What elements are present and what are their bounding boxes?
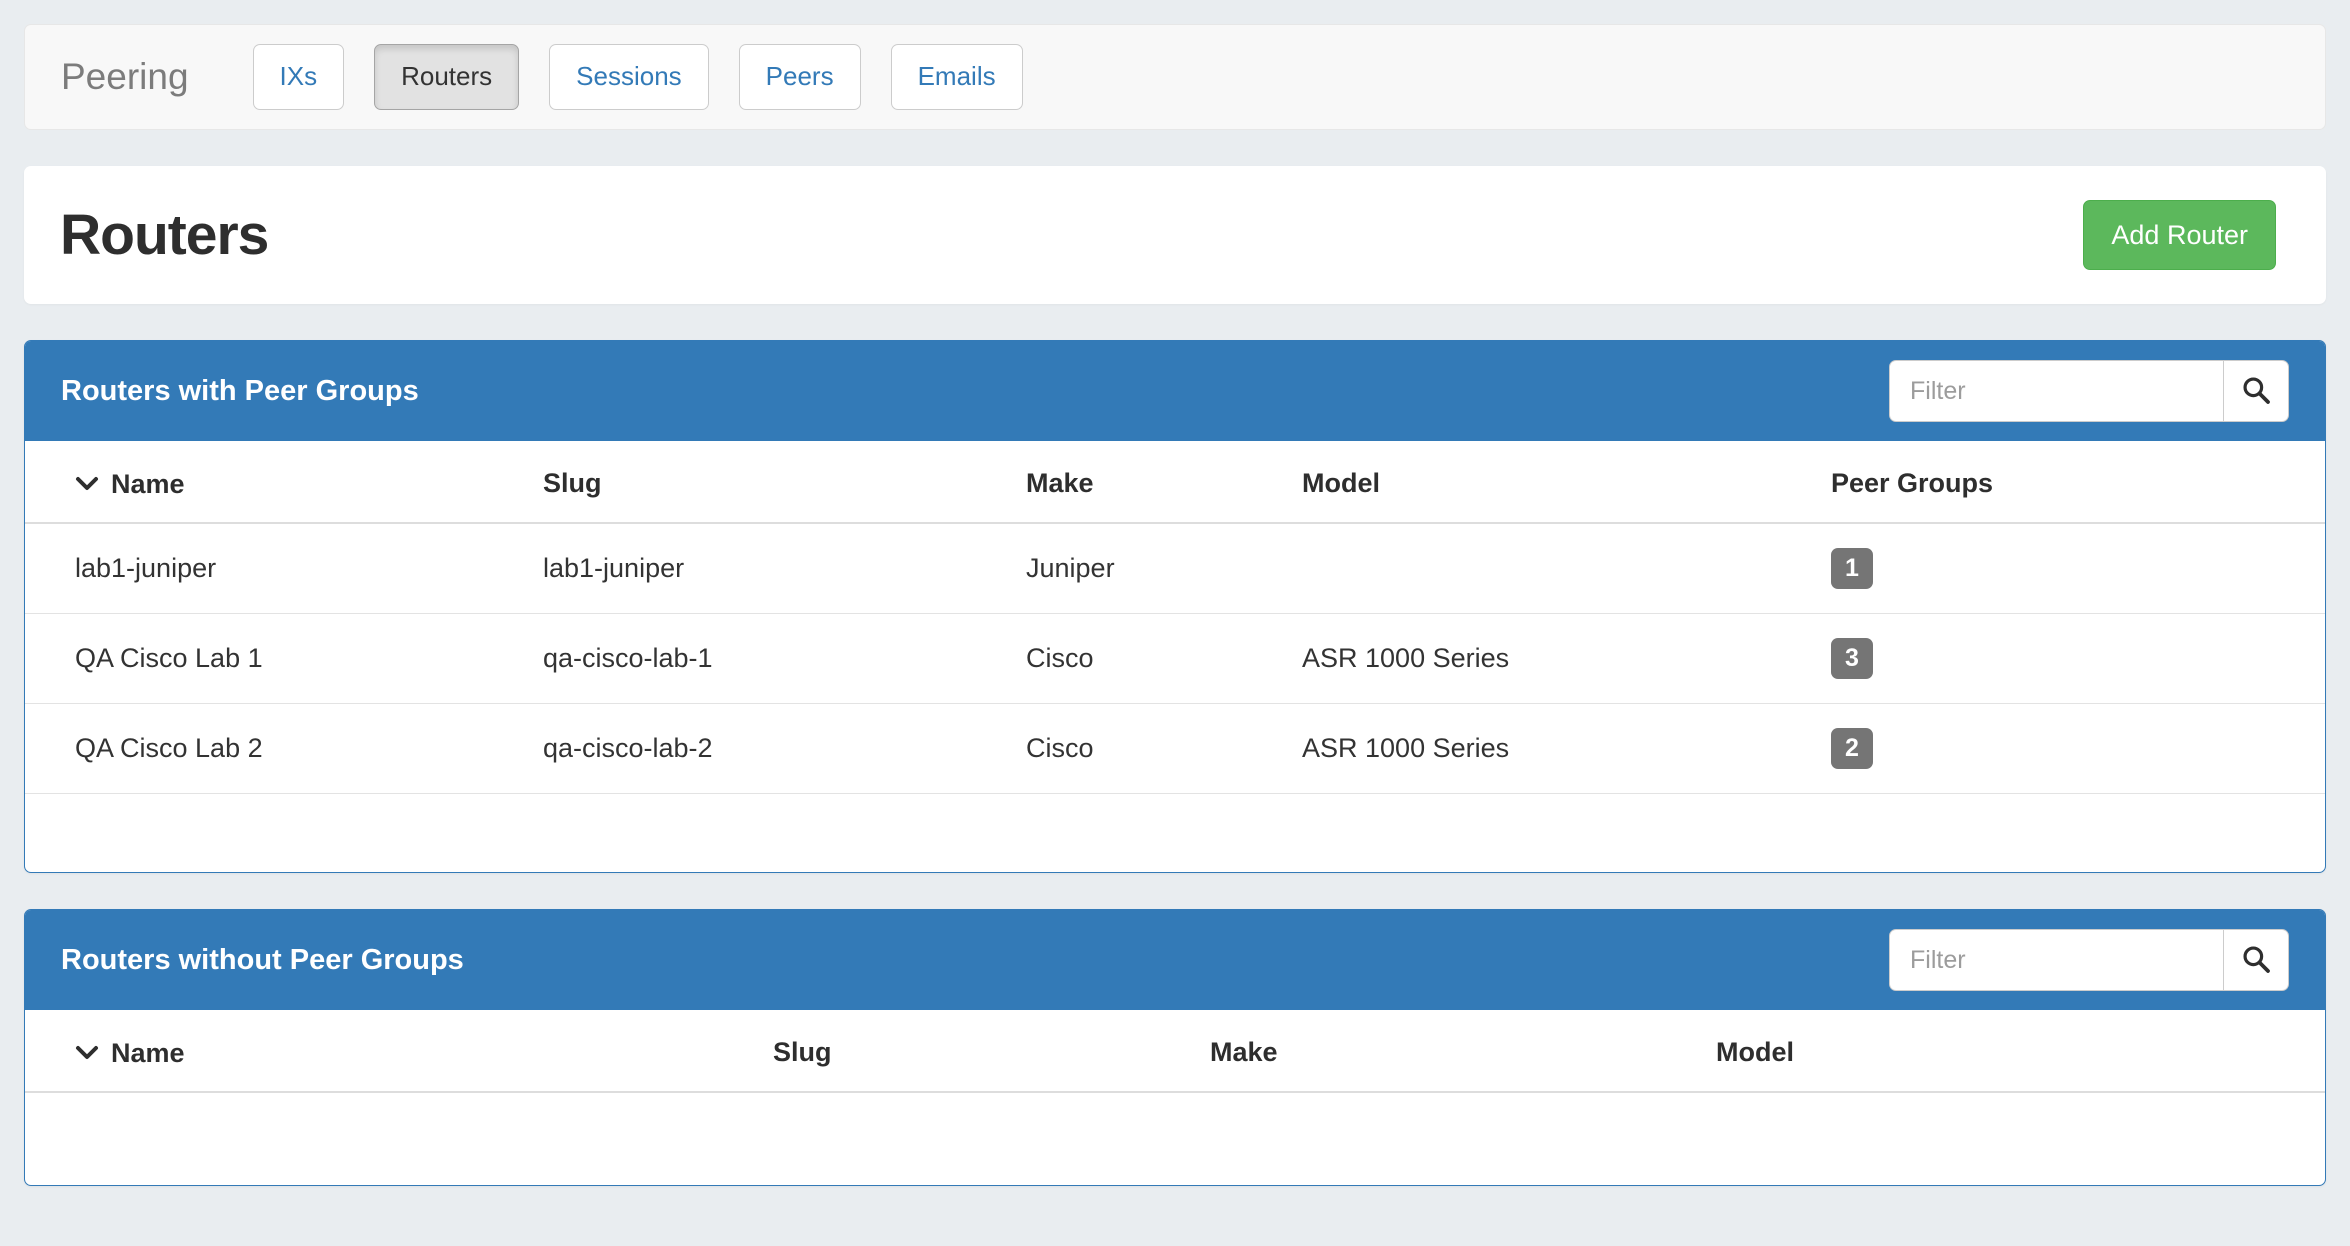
search-button[interactable] <box>2223 360 2289 422</box>
brand-peering: Peering <box>61 56 189 98</box>
search-icon <box>2240 374 2272 409</box>
cell-name: QA Cisco Lab 1 <box>25 614 531 704</box>
cell-make: Cisco <box>1014 614 1290 704</box>
peer-groups-badge: 3 <box>1831 638 1873 679</box>
column-header-name[interactable]: Name <box>25 1010 761 1092</box>
column-header-name[interactable]: Name <box>25 441 531 523</box>
table-header-row: Name Slug Make Model Peer Groups <box>25 441 2325 523</box>
nav-item-peers[interactable]: Peers <box>739 44 861 109</box>
nav-item-emails[interactable]: Emails <box>891 44 1023 109</box>
search-icon <box>2240 943 2272 978</box>
filter-input[interactable] <box>1889 360 2224 422</box>
column-header-make[interactable]: Make <box>1198 1010 1704 1092</box>
column-header-make[interactable]: Make <box>1014 441 1290 523</box>
nav-button-group: IXs Routers Sessions Peers Emails <box>253 44 1023 109</box>
panel-title: Routers without Peer Groups <box>61 944 464 977</box>
table-row: QA Cisco Lab 1qa-cisco-lab-1CiscoASR 100… <box>25 614 2325 704</box>
panel-heading: Routers with Peer Groups <box>25 341 2325 441</box>
cell-slug: qa-cisco-lab-2 <box>531 704 1014 794</box>
top-navbar: Peering IXs Routers Sessions Peers Email… <box>24 24 2326 130</box>
column-header-model[interactable]: Model <box>1290 441 1819 523</box>
page: Peering IXs Routers Sessions Peers Email… <box>0 0 2350 1246</box>
panel-routers-with-peer-groups: Routers with Peer Groups <box>24 340 2326 873</box>
cell-make: Juniper <box>1014 523 1290 614</box>
cell-model <box>1290 523 1819 614</box>
filter-input[interactable] <box>1889 929 2224 991</box>
add-router-button[interactable]: Add Router <box>2083 200 2276 270</box>
cell-model: ASR 1000 Series <box>1290 704 1819 794</box>
cell-make: Cisco <box>1014 704 1290 794</box>
cell-name: QA Cisco Lab 2 <box>25 704 531 794</box>
panel-bottom-space <box>25 794 2325 872</box>
nav-item-ixs[interactable]: IXs <box>253 44 345 109</box>
table-row: lab1-juniperlab1-juniperJuniper1 <box>25 523 2325 614</box>
cell-peer-groups: 3 <box>1819 614 2325 704</box>
cell-slug: lab1-juniper <box>531 523 1014 614</box>
routers-with-pg-table: Name Slug Make Model Peer Groups lab1-ju… <box>25 441 2325 794</box>
table-header-row: Name Slug Make Model <box>25 1010 2325 1092</box>
panel-title: Routers with Peer Groups <box>61 375 419 408</box>
panel-bottom-space <box>25 1093 2325 1185</box>
page-header: Routers Add Router <box>24 166 2326 304</box>
cell-slug: qa-cisco-lab-1 <box>531 614 1014 704</box>
peer-groups-badge: 2 <box>1831 728 1873 769</box>
routers-without-pg-table: Name Slug Make Model <box>25 1010 2325 1093</box>
cell-model: ASR 1000 Series <box>1290 614 1819 704</box>
column-header-slug[interactable]: Slug <box>531 441 1014 523</box>
panel-routers-without-peer-groups: Routers without Peer Groups <box>24 909 2326 1186</box>
column-header-model[interactable]: Model <box>1704 1010 2325 1092</box>
nav-item-routers[interactable]: Routers <box>374 44 519 109</box>
page-title: Routers <box>60 202 268 268</box>
sort-desc-icon <box>75 1036 99 1067</box>
sort-desc-icon <box>75 467 99 498</box>
cell-peer-groups: 2 <box>1819 704 2325 794</box>
routers-with-pg-tbody: lab1-juniperlab1-juniperJuniper1QA Cisco… <box>25 523 2325 794</box>
filter-group <box>1889 929 2289 991</box>
filter-group <box>1889 360 2289 422</box>
table-row: QA Cisco Lab 2qa-cisco-lab-2CiscoASR 100… <box>25 704 2325 794</box>
cell-peer-groups: 1 <box>1819 523 2325 614</box>
nav-item-sessions[interactable]: Sessions <box>549 44 709 109</box>
column-header-slug[interactable]: Slug <box>761 1010 1198 1092</box>
search-button[interactable] <box>2223 929 2289 991</box>
column-header-peer-groups[interactable]: Peer Groups <box>1819 441 2325 523</box>
peer-groups-badge: 1 <box>1831 548 1873 589</box>
cell-name: lab1-juniper <box>25 523 531 614</box>
panel-heading: Routers without Peer Groups <box>25 910 2325 1010</box>
